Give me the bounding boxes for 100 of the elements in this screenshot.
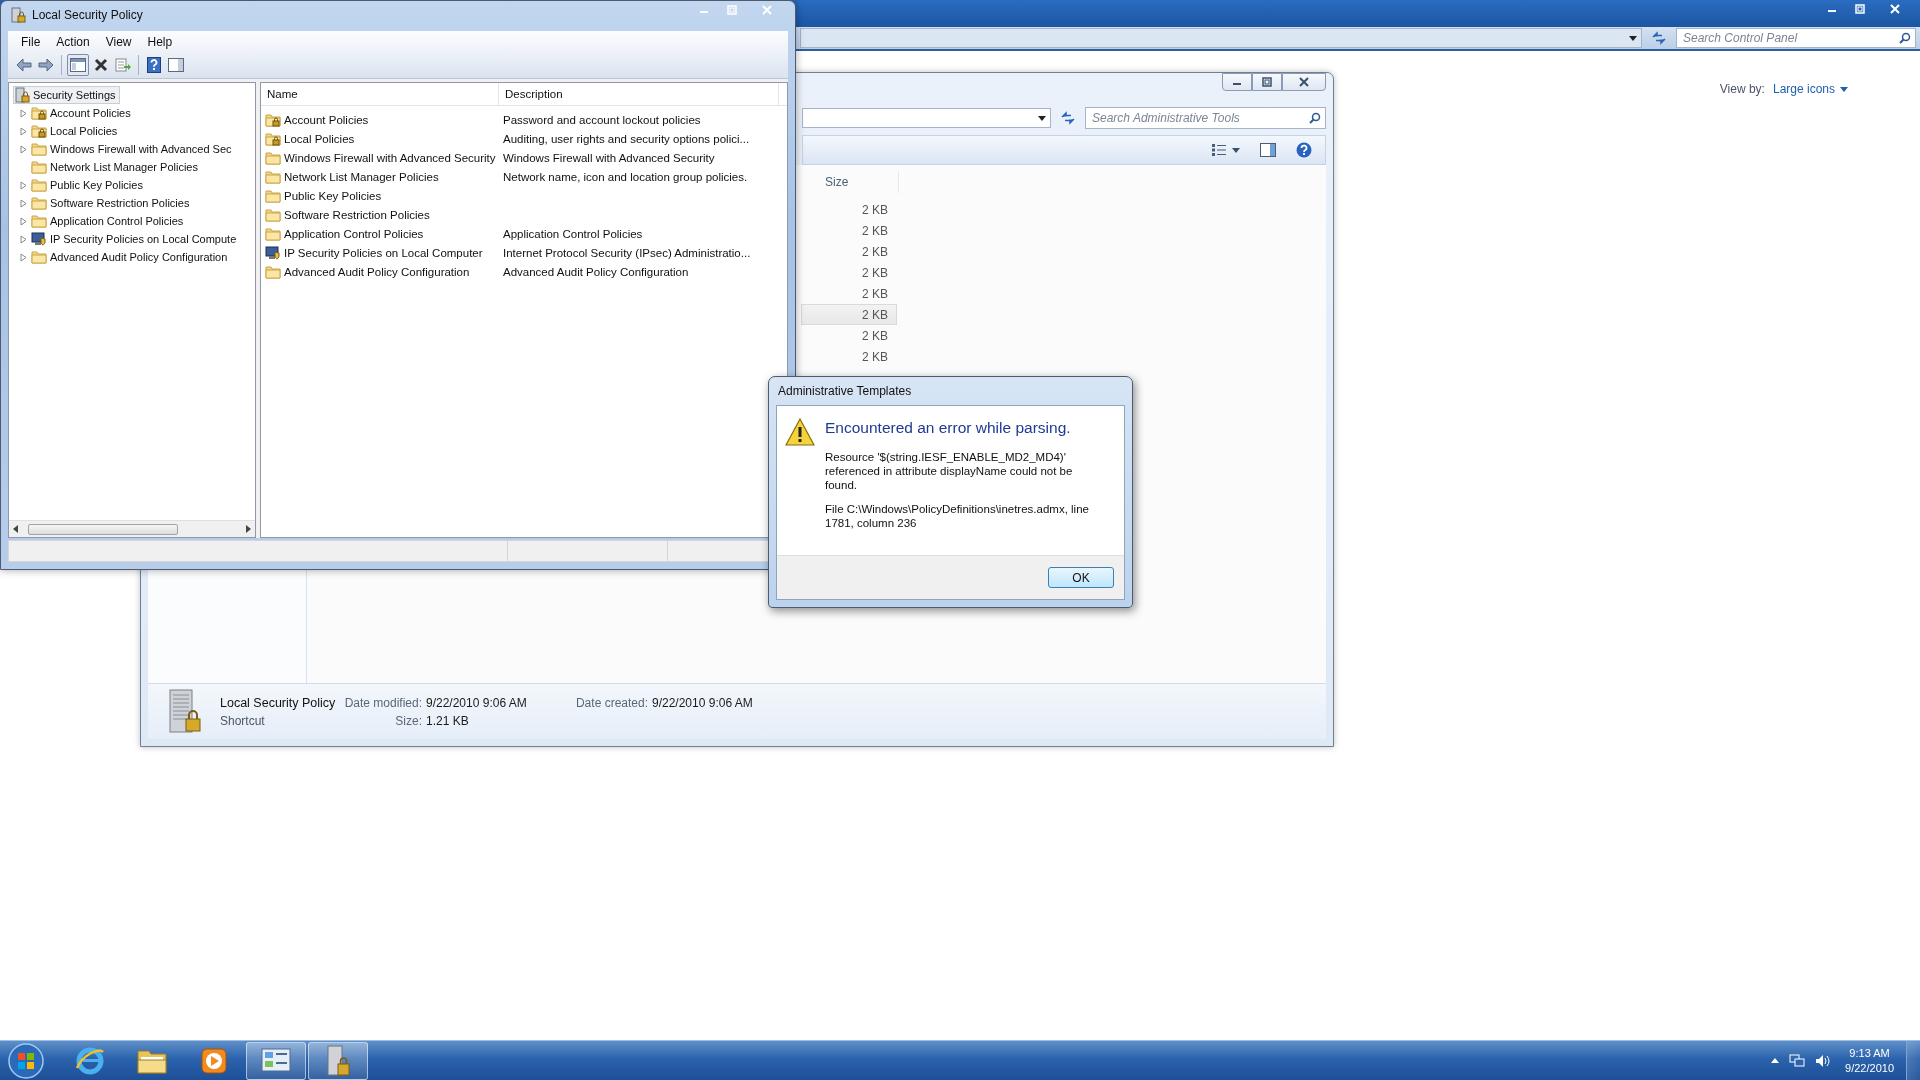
error-heading: Encountered an error while parsing.: [825, 418, 1072, 438]
folder-icon: [31, 195, 47, 211]
tree-item[interactable]: IP Security Policies on Local Compute: [17, 230, 241, 248]
delete-icon: [94, 58, 108, 72]
list-item-name[interactable]: Network List Manager Policies: [284, 170, 439, 183]
help-button[interactable]: [144, 54, 164, 76]
tree-item[interactable]: Local Policies: [17, 122, 122, 140]
restore-icon: [1855, 4, 1865, 14]
list-item-name[interactable]: Windows Firewall with Advanced Security: [284, 151, 496, 164]
folder-icon: [265, 168, 281, 185]
list-item-description: Auditing, user rights and security options polici...: [503, 132, 750, 145]
list-item-name[interactable]: Software Restriction Policies: [284, 208, 430, 221]
column-header[interactable]: Name: [261, 83, 499, 105]
taskbar-app-button[interactable]: [308, 1041, 368, 1080]
preview-pane-icon: [1260, 143, 1276, 157]
menu-item[interactable]: Action: [49, 32, 97, 51]
tree-item[interactable]: Account Policies: [17, 104, 135, 122]
file-row[interactable]: 2 KB: [801, 199, 897, 220]
list-item-description: Internet Protocol Security (IPsec) Administratio...: [503, 246, 751, 259]
list-item-name[interactable]: Public Key Policies: [284, 189, 382, 202]
folder-icon: [265, 149, 281, 166]
file-row[interactable]: 2 KB: [801, 241, 897, 262]
scroll-left-icon: [13, 525, 18, 533]
column-header[interactable]: Size: [819, 171, 899, 193]
detail-label: Date created:: [574, 695, 648, 710]
detail-label: Date modified:: [343, 695, 422, 710]
caret-icon: [1038, 115, 1046, 121]
caret-icon: [1840, 86, 1848, 92]
folder-icon: [31, 159, 47, 175]
export-list-icon: [115, 57, 131, 73]
tree-item[interactable]: Public Key Policies: [17, 176, 147, 194]
menu-item[interactable]: View: [98, 32, 139, 51]
file-row[interactable]: 2 KB: [801, 304, 897, 325]
action-pane-icon: [168, 58, 184, 72]
search-field[interactable]: Search Administrative Tools: [1085, 107, 1326, 129]
minimize-button[interactable]: [1222, 73, 1252, 91]
tree-item[interactable]: Application Control Policies: [17, 212, 188, 230]
show-hide-tree-button[interactable]: [67, 54, 89, 76]
file-row[interactable]: 2 KB: [801, 283, 897, 304]
close-icon: [1299, 77, 1309, 87]
folder-icon: [265, 206, 281, 223]
taskbar-app-button[interactable]: [246, 1041, 306, 1080]
help-icon: [1296, 142, 1312, 158]
tree-item[interactable]: Network List Manager Policies: [17, 158, 202, 176]
menu-item[interactable]: Help: [140, 32, 180, 51]
list-item-description: Advanced Audit Policy Configuration: [503, 265, 689, 278]
media-player-icon: [201, 1047, 227, 1074]
server-lock-icon: [168, 688, 204, 735]
file-row[interactable]: 2 KB: [801, 325, 897, 346]
dialog-title: Administrative Templates: [777, 383, 913, 400]
console-tree-icon: [70, 58, 86, 72]
tree-item[interactable]: Advanced Audit Policy Configuration: [17, 248, 232, 266]
detail-value: 9/22/2010 9:06 AM: [652, 695, 753, 710]
detail-label: Size:: [394, 713, 422, 728]
file-name: Local Security Policy: [220, 695, 337, 710]
search-icon: [1309, 112, 1321, 124]
menu-item[interactable]: File: [14, 32, 48, 51]
list-item-name[interactable]: IP Security Policies on Local Computer: [284, 246, 483, 259]
list-item-name[interactable]: Account Policies: [284, 113, 369, 126]
file-row[interactable]: 2 KB: [801, 220, 897, 241]
column-header[interactable]: Description: [499, 83, 779, 105]
network-icon[interactable]: [1789, 1053, 1806, 1068]
horizontal-scrollbar[interactable]: [9, 520, 255, 537]
warning-icon: [785, 418, 815, 446]
show-hidden-icons-icon[interactable]: [1771, 1058, 1780, 1063]
locked-folder-icon: [265, 130, 281, 147]
list-item-name[interactable]: Application Control Policies: [284, 227, 424, 240]
list-item-name[interactable]: Advanced Audit Policy Configuration: [284, 265, 470, 278]
scroll-thumb[interactable]: [28, 523, 178, 535]
search-field[interactable]: Search Control Panel: [1676, 28, 1916, 48]
list-item-name[interactable]: Local Policies: [284, 132, 355, 145]
ok-button[interactable]: OK: [1048, 567, 1114, 588]
caret-icon: [1232, 147, 1240, 153]
view-by-dropdown[interactable]: Large icons: [1772, 82, 1848, 96]
file-row[interactable]: 2 KB: [801, 346, 897, 367]
caret-icon: [1629, 35, 1637, 41]
list-item-description: Password and account lockout policies: [503, 113, 701, 126]
show-desktop-button[interactable]: [1906, 1040, 1920, 1080]
file-row[interactable]: 2 KB: [801, 262, 897, 283]
clock[interactable]: 9:13 AM 9/22/2010: [1841, 1047, 1898, 1074]
control-panel-icon: [261, 1046, 291, 1075]
close-button[interactable]: [1282, 73, 1326, 91]
locked-folder-icon: [265, 111, 281, 128]
secure-computer-icon: [31, 231, 47, 247]
tree-item[interactable]: Software Restriction Policies: [17, 194, 194, 212]
tree-item[interactable]: Windows Firewall with Advanced Sec: [17, 140, 236, 158]
folder-icon: [31, 249, 47, 265]
folder-icon: [31, 213, 47, 229]
locked-folder-icon: [31, 123, 47, 139]
window-title: Local Security Policy: [8, 1, 143, 29]
back-arrow-icon: [16, 58, 32, 72]
tree-item[interactable]: Security Settings: [13, 86, 120, 104]
detail-value: 9/22/2010 9:06 AM: [426, 695, 528, 710]
list-item-description: Network name, icon and location group policies.: [503, 170, 748, 183]
view-options-icon: [1212, 144, 1226, 156]
volume-icon[interactable]: [1815, 1053, 1832, 1068]
folder-icon: [31, 177, 47, 193]
forward-arrow-icon: [38, 58, 54, 72]
locked-folder-icon: [31, 105, 47, 121]
restore-button[interactable]: [1252, 73, 1282, 91]
